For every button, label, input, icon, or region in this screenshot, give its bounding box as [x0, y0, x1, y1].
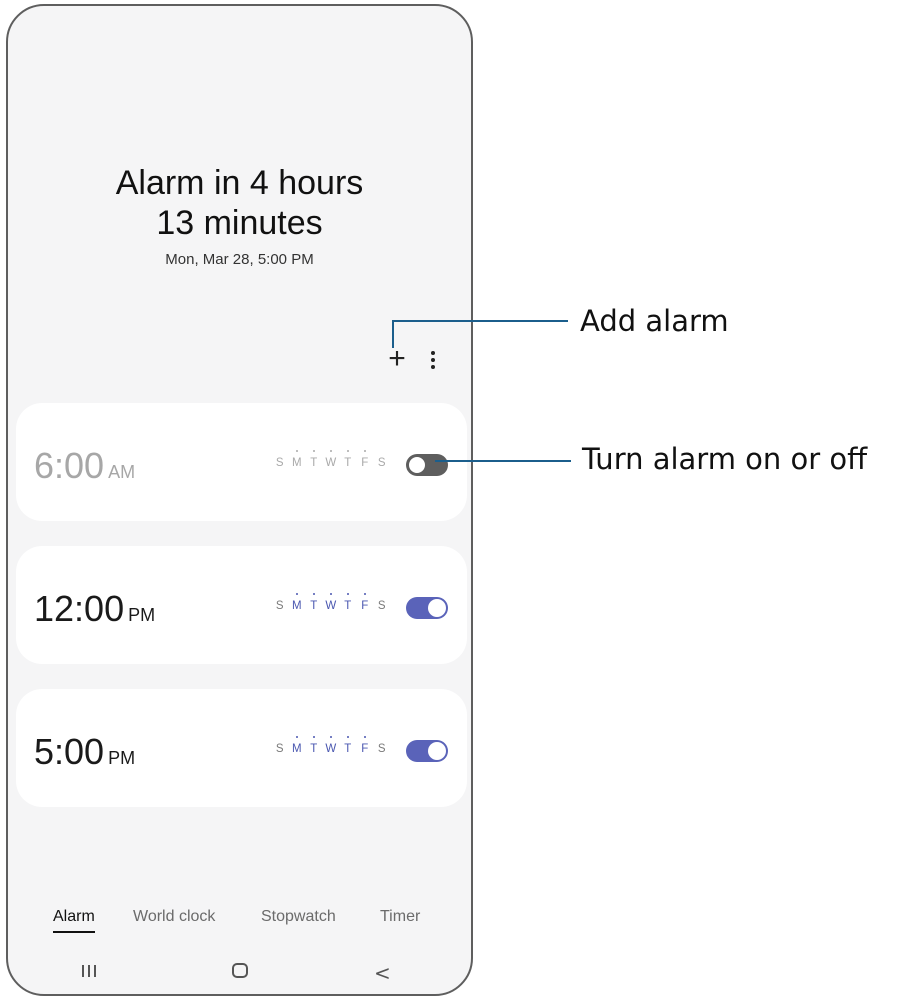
system-navigation-bar: <	[8, 960, 471, 990]
alarm-repeat-days: S M T W T F S	[274, 593, 388, 612]
day-sunday: S	[275, 743, 285, 755]
phone-frame: Alarm in 4 hours 13 minutes Mon, Mar 28,…	[6, 4, 473, 996]
day-thursday: T	[342, 450, 354, 469]
add-alarm-callout-line	[392, 320, 568, 322]
alarm-item[interactable]: 5:00 PM S M T W T F S	[16, 689, 467, 807]
alarm-repeat-days: S M T W T F S	[274, 450, 388, 469]
day-sunday: S	[275, 457, 285, 469]
alarm-ampm: PM	[108, 748, 136, 768]
next-alarm-title-line1: Alarm in 4 hours	[115, 164, 364, 202]
back-chevron-icon[interactable]: <	[374, 961, 391, 985]
alarm-repeat-days: S M T W T F S	[274, 736, 388, 755]
add-alarm-callout: Add alarm	[580, 304, 729, 338]
alarm-item[interactable]: 6:00 AM S M T W T F S	[16, 403, 467, 521]
bottom-tabs: Alarm World clock Stopwatch Timer	[8, 908, 471, 938]
day-tuesday: T	[308, 736, 320, 755]
day-wednesday: W	[325, 450, 337, 469]
alarm-time-value: 6:00	[34, 445, 105, 486]
alarm-toggle[interactable]	[406, 740, 448, 762]
day-monday: M	[291, 736, 303, 755]
more-options-button[interactable]	[424, 348, 442, 372]
day-sunday: S	[275, 600, 285, 612]
alarm-toggle[interactable]	[406, 597, 448, 619]
tab-alarm[interactable]: Alarm	[53, 908, 95, 933]
day-tuesday: T	[308, 450, 320, 469]
alarm-toggle[interactable]	[406, 454, 448, 476]
more-vertical-icon	[424, 351, 442, 369]
day-friday: F	[359, 736, 371, 755]
day-saturday: S	[377, 600, 387, 612]
alarm-ampm: AM	[108, 462, 136, 482]
home-icon[interactable]	[232, 963, 248, 978]
alarm-time: 12:00 PM	[34, 588, 155, 630]
day-thursday: T	[342, 736, 354, 755]
toggle-callout-line	[435, 460, 571, 462]
recents-icon[interactable]	[82, 965, 96, 977]
day-thursday: T	[342, 593, 354, 612]
day-wednesday: W	[325, 736, 337, 755]
day-monday: M	[291, 450, 303, 469]
next-alarm-title-line2: 13 minutes	[156, 204, 323, 242]
day-saturday: S	[377, 457, 387, 469]
day-wednesday: W	[325, 593, 337, 612]
alarm-time-value: 12:00	[34, 588, 125, 629]
next-alarm-datetime: Mon, Mar 28, 5:00 PM	[165, 251, 314, 268]
alarm-time-value: 5:00	[34, 731, 105, 772]
tab-world-clock[interactable]: World clock	[133, 908, 215, 926]
toggle-callout: Turn alarm on or off	[582, 442, 868, 476]
day-saturday: S	[377, 743, 387, 755]
plus-icon: +	[388, 342, 406, 375]
add-alarm-callout-line-vertical	[392, 320, 394, 348]
day-friday: F	[359, 450, 371, 469]
tab-timer[interactable]: Timer	[380, 908, 420, 926]
alarm-time: 6:00 AM	[34, 445, 135, 487]
alarm-ampm: PM	[128, 605, 156, 625]
day-friday: F	[359, 593, 371, 612]
alarm-item[interactable]: 12:00 PM S M T W T F S	[16, 546, 467, 664]
alarm-time: 5:00 PM	[34, 731, 135, 773]
day-tuesday: T	[308, 593, 320, 612]
day-monday: M	[291, 593, 303, 612]
tab-stopwatch[interactable]: Stopwatch	[261, 908, 336, 926]
add-alarm-button[interactable]: +	[380, 342, 414, 376]
